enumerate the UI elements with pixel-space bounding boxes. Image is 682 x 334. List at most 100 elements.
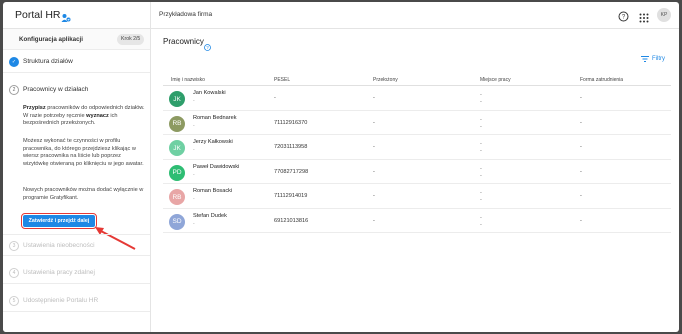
employment-cell: -: [580, 95, 582, 101]
user-avatar[interactable]: KP: [657, 8, 671, 22]
step-number: 4: [9, 268, 19, 278]
workplace-cell-bottom: -: [480, 148, 482, 154]
employment-cell: -: [580, 217, 582, 224]
workplace-cell-top: -: [480, 141, 482, 147]
svg-text:?: ?: [622, 15, 626, 21]
col-workplace[interactable]: Miejsce pracy: [480, 77, 511, 83]
check-icon: ✓: [9, 57, 19, 67]
workplace-cell-bottom: -: [480, 99, 482, 105]
step-number: 3: [9, 241, 19, 251]
supervisor-cell: -: [373, 95, 375, 101]
table-row[interactable]: JK Jan Kowalski - - - - - -: [163, 86, 671, 111]
employment-cell: -: [580, 144, 582, 150]
filter-button[interactable]: Filtry: [641, 56, 665, 62]
col-supervisor[interactable]: Przełożony: [373, 77, 398, 83]
employee-subtitle: -: [193, 147, 195, 153]
avatar[interactable]: JK: [169, 140, 185, 156]
main-content: Pracownicy ? Filtry Imię i nazwisko PESE…: [151, 29, 679, 332]
info-icon[interactable]: ?: [204, 38, 211, 56]
workplace-cell-top: -: [480, 190, 482, 196]
workplace-cell-bottom: -: [480, 172, 482, 179]
company-name: Przykładowa firma: [159, 11, 213, 18]
table-row[interactable]: RB Roman Bosacki -71112914019- - - -: [163, 184, 671, 209]
employee-subtitle: -: [193, 220, 195, 227]
step-pracownicy-w-dzialach[interactable]: 2 Pracownicy w działach: [3, 79, 150, 101]
pesel-cell: 69121013816: [274, 217, 309, 224]
table-row[interactable]: JK Jerzy Kałkowski -72031113958- - - -: [163, 135, 671, 160]
employee-name: Jerzy Kałkowski: [193, 139, 233, 145]
pesel-cell: 71112914019: [274, 193, 308, 199]
supervisor-cell: -: [373, 193, 375, 199]
pesel-cell: 77082717298: [274, 168, 309, 175]
pesel-cell: 72031113958: [274, 144, 308, 150]
header-divider: [150, 2, 151, 29]
confirm-next-button[interactable]: Zatwierdź i przejdź dalej: [21, 213, 97, 229]
config-header: Konfiguracja aplikacji Krok 2/5: [3, 29, 150, 50]
top-bar: Portal HR Przykładowa firma ? KP: [3, 2, 679, 29]
employee-subtitle: -: [193, 122, 195, 129]
step-label: Udostępnienie Portalu HR: [23, 297, 99, 304]
workplace-cell-top: -: [480, 116, 482, 123]
app-window: Portal HR Przykładowa firma ? KP Konfigu…: [3, 2, 679, 332]
supervisor-cell: -: [373, 168, 375, 175]
supervisor-cell: -: [373, 217, 375, 224]
avatar[interactable]: PD: [169, 164, 185, 181]
step-label: Ustawienia pracy zdalnej: [23, 269, 95, 276]
avatar[interactable]: RB: [169, 189, 185, 205]
employee-subtitle: -: [193, 196, 195, 202]
step-label: Struktura działów: [23, 58, 73, 65]
filter-label: Filtry: [652, 56, 665, 62]
filter-icon: [641, 56, 649, 62]
step-counter-badge: Krok 2/5: [117, 34, 145, 45]
workplace-cell-top: -: [480, 165, 482, 172]
pesel-cell: 71112916370: [274, 119, 308, 126]
sidebar: Konfiguracja aplikacji Krok 2/5 ✓ Strukt…: [3, 29, 151, 332]
app-title: Portal HR: [15, 9, 61, 21]
employee-name: Roman Bosacki: [193, 188, 233, 194]
help-icon[interactable]: ?: [618, 9, 629, 27]
step-ustawienia-nieobecnosci[interactable]: 3 Ustawienia nieobecności: [3, 234, 150, 256]
step-struktura-dzialow[interactable]: ✓ Struktura działów: [3, 51, 150, 73]
supervisor-cell: -: [373, 119, 375, 126]
table-row[interactable]: SD Stefan Dudek -69121013816- - - -: [163, 209, 671, 233]
avatar[interactable]: RB: [169, 115, 185, 132]
workplace-cell-top: -: [480, 92, 482, 98]
col-pesel[interactable]: PESEL: [274, 77, 290, 83]
supervisor-cell: -: [373, 144, 375, 150]
step-label: Ustawienia nieobecności: [23, 242, 95, 249]
step-description-2: Możesz wykonać te czynności w profilu pr…: [23, 138, 144, 167]
step-number: 2: [9, 85, 19, 95]
step-description-3: Nowych pracowników można dodać wyłącznie…: [23, 187, 144, 201]
employment-cell: -: [580, 119, 582, 126]
pesel-cell: -: [274, 95, 276, 101]
avatar[interactable]: JK: [169, 91, 185, 107]
workplace-cell-bottom: -: [480, 123, 482, 130]
col-name[interactable]: Imię i nazwisko: [171, 77, 205, 83]
table-row[interactable]: RB Roman Bednarek -71112916370- - - -: [163, 111, 671, 135]
workplace-cell-bottom: -: [480, 221, 482, 228]
step-label: Pracownicy w działach: [23, 86, 89, 93]
step-description-1: Przypisz pracowników do odpowiednich dzi…: [23, 105, 145, 127]
table-row[interactable]: PD Paweł Dawidowski -77082717298- - - -: [163, 160, 671, 184]
people-icon: [61, 10, 71, 28]
config-label: Konfiguracja aplikacji: [19, 36, 83, 43]
col-employment[interactable]: Forma zatrudnienia: [580, 77, 623, 83]
employee-name: Roman Bednarek: [193, 114, 237, 121]
svg-text:?: ?: [206, 45, 209, 50]
table-header: Imię i nazwisko PESEL Przełożony Miejsce…: [163, 74, 671, 86]
step-udostepnienie-portalu[interactable]: 5 Udostępnienie Portalu HR: [3, 290, 150, 312]
employee-name: Stefan Dudek: [193, 212, 227, 219]
employee-subtitle: -: [193, 171, 195, 178]
apps-grid-icon[interactable]: [639, 10, 649, 28]
workplace-cell-top: -: [480, 214, 482, 221]
workplace-cell-bottom: -: [480, 197, 482, 203]
step-ustawienia-pracy-zdalnej[interactable]: 4 Ustawienia pracy zdalnej: [3, 262, 150, 284]
employees-table: Imię i nazwisko PESEL Przełożony Miejsce…: [163, 74, 671, 233]
employment-cell: -: [580, 193, 582, 199]
employee-name: Jan Kowalski: [193, 90, 226, 96]
avatar[interactable]: SD: [169, 213, 185, 230]
step-number: 5: [9, 296, 19, 306]
employment-cell: -: [580, 168, 582, 175]
employee-name: Paweł Dawidowski: [193, 163, 240, 170]
page-title: Pracownicy: [163, 37, 204, 46]
